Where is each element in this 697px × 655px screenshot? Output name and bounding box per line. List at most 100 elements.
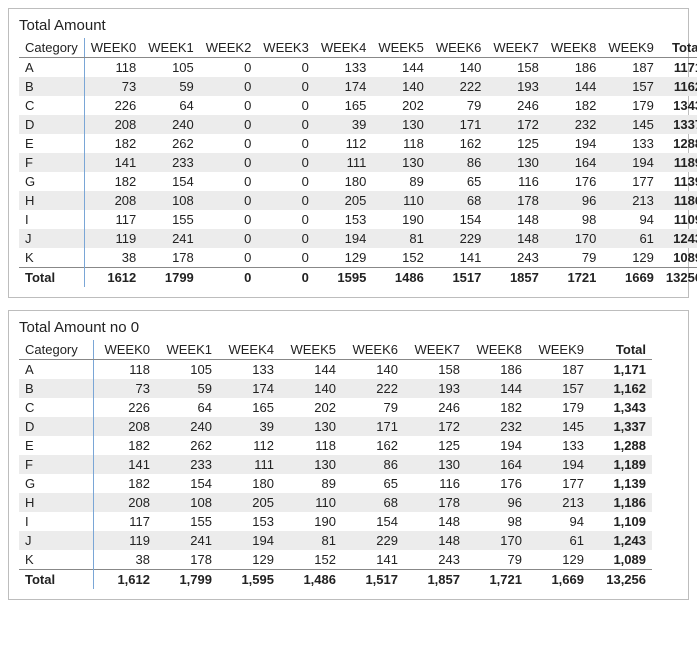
cell-value: 64	[156, 398, 218, 417]
cell-value: 243	[487, 248, 545, 268]
cell-row-total: 1139	[660, 172, 697, 191]
cell-column-total: 1595	[315, 268, 373, 288]
cell-value: 202	[372, 96, 430, 115]
cell-value: 194	[602, 153, 660, 172]
cell-value: 208	[94, 493, 157, 512]
cell-value: 68	[430, 191, 488, 210]
table-row: H20810820511068178962131,186	[19, 493, 652, 512]
data-table: CategoryWEEK0WEEK1WEEK4WEEK5WEEK6WEEK7WE…	[19, 340, 652, 589]
cell-category: B	[19, 379, 94, 398]
cell-value: 0	[257, 229, 315, 248]
cell-row-total: 1337	[660, 115, 697, 134]
cell-value: 178	[156, 550, 218, 570]
cell-column-total: 1,486	[280, 570, 342, 590]
cell-category: E	[19, 134, 84, 153]
cell-value: 182	[466, 398, 528, 417]
cell-value: 172	[487, 115, 545, 134]
cell-value: 112	[218, 436, 280, 455]
cell-value: 61	[528, 531, 590, 550]
cell-category: C	[19, 398, 94, 417]
header-week: WEEK8	[545, 38, 603, 58]
cell-row-total: 1243	[660, 229, 697, 248]
cell-value: 154	[342, 512, 404, 531]
cell-grand-total: 13256	[660, 268, 697, 288]
cell-column-total: 1517	[430, 268, 488, 288]
header-week: WEEK7	[404, 340, 466, 360]
cell-value: 96	[466, 493, 528, 512]
cell-value: 86	[430, 153, 488, 172]
cell-value: 0	[257, 172, 315, 191]
cell-value: 153	[315, 210, 373, 229]
header-week: WEEK0	[94, 340, 157, 360]
cell-category: F	[19, 455, 94, 474]
cell-value: 246	[404, 398, 466, 417]
cell-row-total: 1186	[660, 191, 697, 210]
cell-column-total: 1,612	[94, 570, 157, 590]
cell-value: 98	[545, 210, 603, 229]
cell-value: 0	[257, 210, 315, 229]
cell-value: 0	[200, 153, 258, 172]
cell-category: D	[19, 115, 84, 134]
cell-category: C	[19, 96, 84, 115]
table-row: C2266400165202792461821791343	[19, 96, 697, 115]
cell-value: 233	[142, 153, 200, 172]
table-row: K3817800129152141243791291089	[19, 248, 697, 268]
cell-value: 130	[372, 153, 430, 172]
cell-value: 145	[528, 417, 590, 436]
cell-value: 153	[218, 512, 280, 531]
cell-value: 180	[218, 474, 280, 493]
cell-value: 0	[200, 248, 258, 268]
table-row: D20824000391301711722321451337	[19, 115, 697, 134]
cell-value: 94	[602, 210, 660, 229]
cell-value: 194	[528, 455, 590, 474]
cell-value: 176	[466, 474, 528, 493]
cell-value: 154	[156, 474, 218, 493]
cell-value: 79	[342, 398, 404, 417]
cell-value: 133	[602, 134, 660, 153]
cell-value: 205	[218, 493, 280, 512]
cell-value: 226	[84, 96, 142, 115]
header-total: Total	[660, 38, 697, 58]
cell-value: 141	[84, 153, 142, 172]
cell-value: 0	[257, 191, 315, 210]
cell-value: 162	[342, 436, 404, 455]
cell-value: 144	[372, 58, 430, 78]
table-row: J1192410019481229148170611243	[19, 229, 697, 248]
cell-value: 0	[257, 134, 315, 153]
cell-value: 0	[257, 77, 315, 96]
cell-row-total: 1,337	[590, 417, 652, 436]
cell-value: 177	[602, 172, 660, 191]
cell-value: 190	[372, 210, 430, 229]
header-week: WEEK1	[142, 38, 200, 58]
cell-category: A	[19, 360, 94, 380]
cell-column-total: 1721	[545, 268, 603, 288]
cell-value: 133	[528, 436, 590, 455]
cell-value: 165	[218, 398, 280, 417]
table-row: I1171550015319015414898941109	[19, 210, 697, 229]
cell-value: 148	[487, 229, 545, 248]
cell-category: K	[19, 550, 94, 570]
header-week: WEEK0	[84, 38, 142, 58]
cell-value: 117	[84, 210, 142, 229]
cell-value: 148	[404, 531, 466, 550]
cell-value: 182	[94, 474, 157, 493]
cell-column-total: 1,595	[218, 570, 280, 590]
cell-value: 241	[156, 531, 218, 550]
cell-value: 79	[545, 248, 603, 268]
cell-value: 65	[342, 474, 404, 493]
cell-value: 129	[602, 248, 660, 268]
cell-row-total: 1,109	[590, 512, 652, 531]
cell-row-total: 1288	[660, 134, 697, 153]
cell-column-total: 1,721	[466, 570, 528, 590]
cell-category: G	[19, 172, 84, 191]
cell-column-total: 1486	[372, 268, 430, 288]
table-row: G18215418089651161761771,139	[19, 474, 652, 493]
cell-value: 174	[218, 379, 280, 398]
cell-value: 176	[545, 172, 603, 191]
cell-column-total: 1669	[602, 268, 660, 288]
cell-value: 194	[315, 229, 373, 248]
cell-value: 125	[404, 436, 466, 455]
cell-value: 39	[218, 417, 280, 436]
header-week: WEEK2	[200, 38, 258, 58]
cell-column-total: 1857	[487, 268, 545, 288]
